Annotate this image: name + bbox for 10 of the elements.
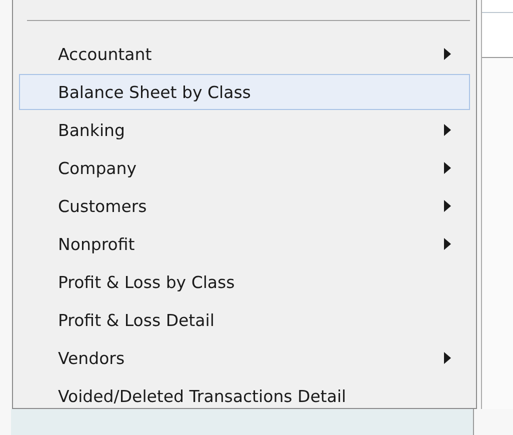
menu-item[interactable]: Accountant (19, 36, 470, 72)
menu-item[interactable]: Company (19, 150, 470, 186)
menu-item[interactable]: Balance Sheet by Class (19, 74, 470, 110)
menu-item[interactable]: Banking (19, 112, 470, 148)
menu-item[interactable]: Profit & Loss Detail (19, 302, 470, 338)
menu-item[interactable]: Profit & Loss by Class (19, 264, 470, 300)
menu-item[interactable]: Voided/Deleted Transactions Detail (19, 378, 470, 414)
menu-item[interactable]: Customers (19, 188, 470, 224)
menu-item[interactable]: Nonprofit (19, 226, 470, 262)
menu-item[interactable]: Vendors (19, 340, 470, 376)
